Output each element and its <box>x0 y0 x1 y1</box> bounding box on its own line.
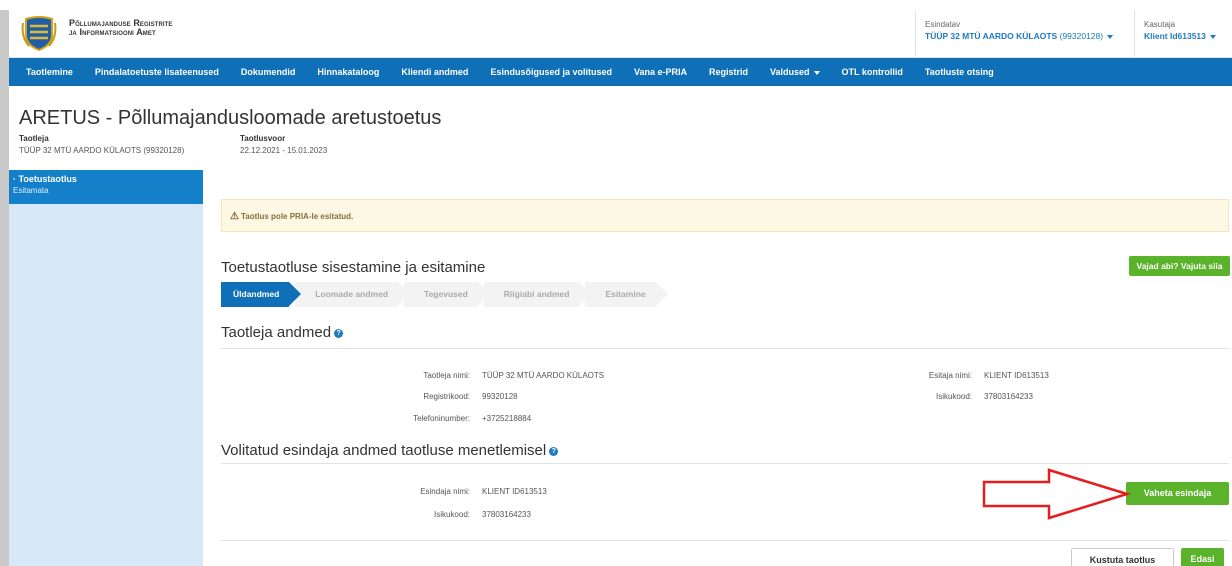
nav-item-registrid[interactable]: Registrid <box>698 58 759 86</box>
representative-section-title-text: Volitatud esindaja andmed taotluse menet… <box>221 442 547 459</box>
wizard-title: Toetustaotluse sisestamine ja esitamine <box>221 259 486 276</box>
nav-item-valdused-label: Valdused <box>770 67 810 77</box>
window-left-border <box>0 10 9 566</box>
user-value[interactable]: Klient Id613513 <box>1144 31 1232 41</box>
reg-code-label: Registrikood: <box>423 392 470 401</box>
id-code-label: Isikukood: <box>935 392 972 401</box>
submitter-name-value: KLIENT ID613513 <box>984 371 1049 380</box>
nav-item-taotluste-otsing[interactable]: Taotluste otsing <box>914 58 1005 86</box>
submitter-name-label: Esitaja nimi: <box>928 371 972 380</box>
divider <box>221 540 1229 541</box>
coat-of-arms-logo[interactable] <box>19 13 59 53</box>
chevron-down-icon <box>813 70 820 75</box>
wizard-steps: Üldandmed Loomade andmed Tegevused Riigi… <box>221 282 668 307</box>
app-window: Põllumajanduse Registrite ja Informatsio… <box>9 10 1232 566</box>
status-alert-text: Taotlus pole PRIA-le esitatud. <box>240 212 354 221</box>
representative-name-value: KLIENT ID613513 <box>482 487 547 496</box>
user-name: Klient Id613513 <box>1144 31 1206 41</box>
step-tegevused[interactable]: Tegevused <box>404 282 490 307</box>
applicant-name-value: TÜÜP 32 MTÜ AARDO KÜLAOTS <box>482 371 605 380</box>
represented-name: TÜÜP 32 MTÜ AARDO KÜLAOTS <box>925 31 1058 41</box>
represented-selector[interactable]: Esindatav TÜÜP 32 MTÜ AARDO KÜLAOTS (993… <box>915 10 1133 58</box>
represented-code: (99320128) <box>1059 31 1104 41</box>
step-loomade-andmed[interactable]: Loomade andmed <box>295 282 410 307</box>
change-representative-button[interactable]: Vaheta esindaja <box>1126 482 1229 505</box>
applicant-name-label: Taotleja nimi: <box>423 371 470 380</box>
applicant-meta-value: TÜÜP 32 MTÜ AARDO KÜLAOTS (99320128) <box>19 146 185 155</box>
top-header: Põllumajanduse Registrite ja Informatsio… <box>9 10 1232 58</box>
org-name: Põllumajanduse Registrite ja Informatsio… <box>69 19 173 37</box>
id-code-value: 37803164233 <box>984 392 1033 401</box>
red-arrow-annotation <box>982 468 1131 520</box>
round-meta: Taotlusvoor 22.12.2021 - 15.01.2023 <box>240 134 327 155</box>
delete-application-button[interactable]: Kustuta taotlus <box>1071 548 1174 566</box>
warning-icon: ⚠ <box>230 211 239 222</box>
page-title: ARETUS - Põllumajandusloomade aretustoet… <box>19 107 442 129</box>
phone-label: Telefoninumber: <box>413 414 470 423</box>
chevron-down-icon <box>1107 34 1114 39</box>
step-uldandmed[interactable]: Üldandmed <box>221 282 302 307</box>
representative-id-label: Isikukood: <box>433 510 470 519</box>
reg-code-value: 99320128 <box>482 392 518 401</box>
step-riigiabi-andmed[interactable]: Riigiabi andmed <box>483 282 592 307</box>
applicant-meta-label: Taotleja <box>19 134 49 143</box>
representative-name-label: Esindaja nimi: <box>420 487 470 496</box>
nav-item-esindusoigused[interactable]: Esindusõigused ja volitused <box>479 58 623 86</box>
main-nav: Taotlemine Pindalatoetuste lisateenused … <box>9 58 1232 86</box>
nav-item-pindalatoetuste-lisateenused[interactable]: Pindalatoetuste lisateenused <box>84 58 230 86</box>
divider <box>221 348 1229 349</box>
nav-item-hinnakataloog[interactable]: Hinnakataloog <box>306 58 390 86</box>
sidebar: · Toetustaotlus Esitamata <box>9 170 203 566</box>
next-button[interactable]: Edasi <box>1181 548 1224 566</box>
round-meta-label: Taotlusvoor <box>240 134 286 143</box>
chevron-down-icon <box>1209 34 1216 39</box>
applicant-section-title-text: Taotleja andmed <box>221 324 332 341</box>
represented-value[interactable]: TÜÜP 32 MTÜ AARDO KÜLAOTS (99320128) <box>925 31 1133 41</box>
help-circle-icon[interactable]: ? <box>549 446 559 456</box>
applicant-meta: Taotleja TÜÜP 32 MTÜ AARDO KÜLAOTS (9932… <box>19 134 184 155</box>
nav-item-valdused[interactable]: Valdused <box>759 58 831 86</box>
nav-item-otl-kontrollid[interactable]: OTL kontrollid <box>831 58 914 86</box>
help-button[interactable]: Vajad abi? Vajuta siia <box>1129 256 1230 276</box>
represented-label: Esindatav <box>925 20 961 29</box>
sidebar-item-status: Esitamata <box>13 186 49 195</box>
user-selector[interactable]: Kasutaja Klient Id613513 <box>1134 10 1232 58</box>
phone-value: +3725218884 <box>482 414 532 423</box>
nav-item-vana-epria[interactable]: Vana e-PRIA <box>623 58 698 86</box>
divider <box>221 463 1229 464</box>
user-label: Kasutaja <box>1144 20 1176 29</box>
help-circle-icon[interactable]: ? <box>334 328 344 338</box>
applicant-section-title: Taotleja andmed? <box>221 324 344 341</box>
sidebar-item-title: · Toetustaotlus <box>13 174 77 184</box>
nav-item-kliendi-andmed[interactable]: Kliendi andmed <box>390 58 479 86</box>
nav-item-taotlemine[interactable]: Taotlemine <box>15 58 84 86</box>
representative-id-value: 37803164233 <box>482 510 531 519</box>
round-meta-value: 22.12.2021 - 15.01.2023 <box>240 146 328 155</box>
window-top-border <box>0 0 1232 10</box>
status-alert: ⚠ Taotlus pole PRIA-le esitatud. <box>221 199 1229 232</box>
sidebar-item-title-text: Toetustaotlus <box>18 174 77 184</box>
nav-item-dokumendid[interactable]: Dokumendid <box>230 58 307 86</box>
step-esitamine[interactable]: Esitamine <box>585 282 668 307</box>
representative-section-title: Volitatud esindaja andmed taotluse menet… <box>221 442 559 459</box>
org-name-line2: ja Informatsiooni Amet <box>69 27 156 37</box>
sidebar-item-toetustaotlus[interactable]: · Toetustaotlus Esitamata <box>9 170 203 204</box>
